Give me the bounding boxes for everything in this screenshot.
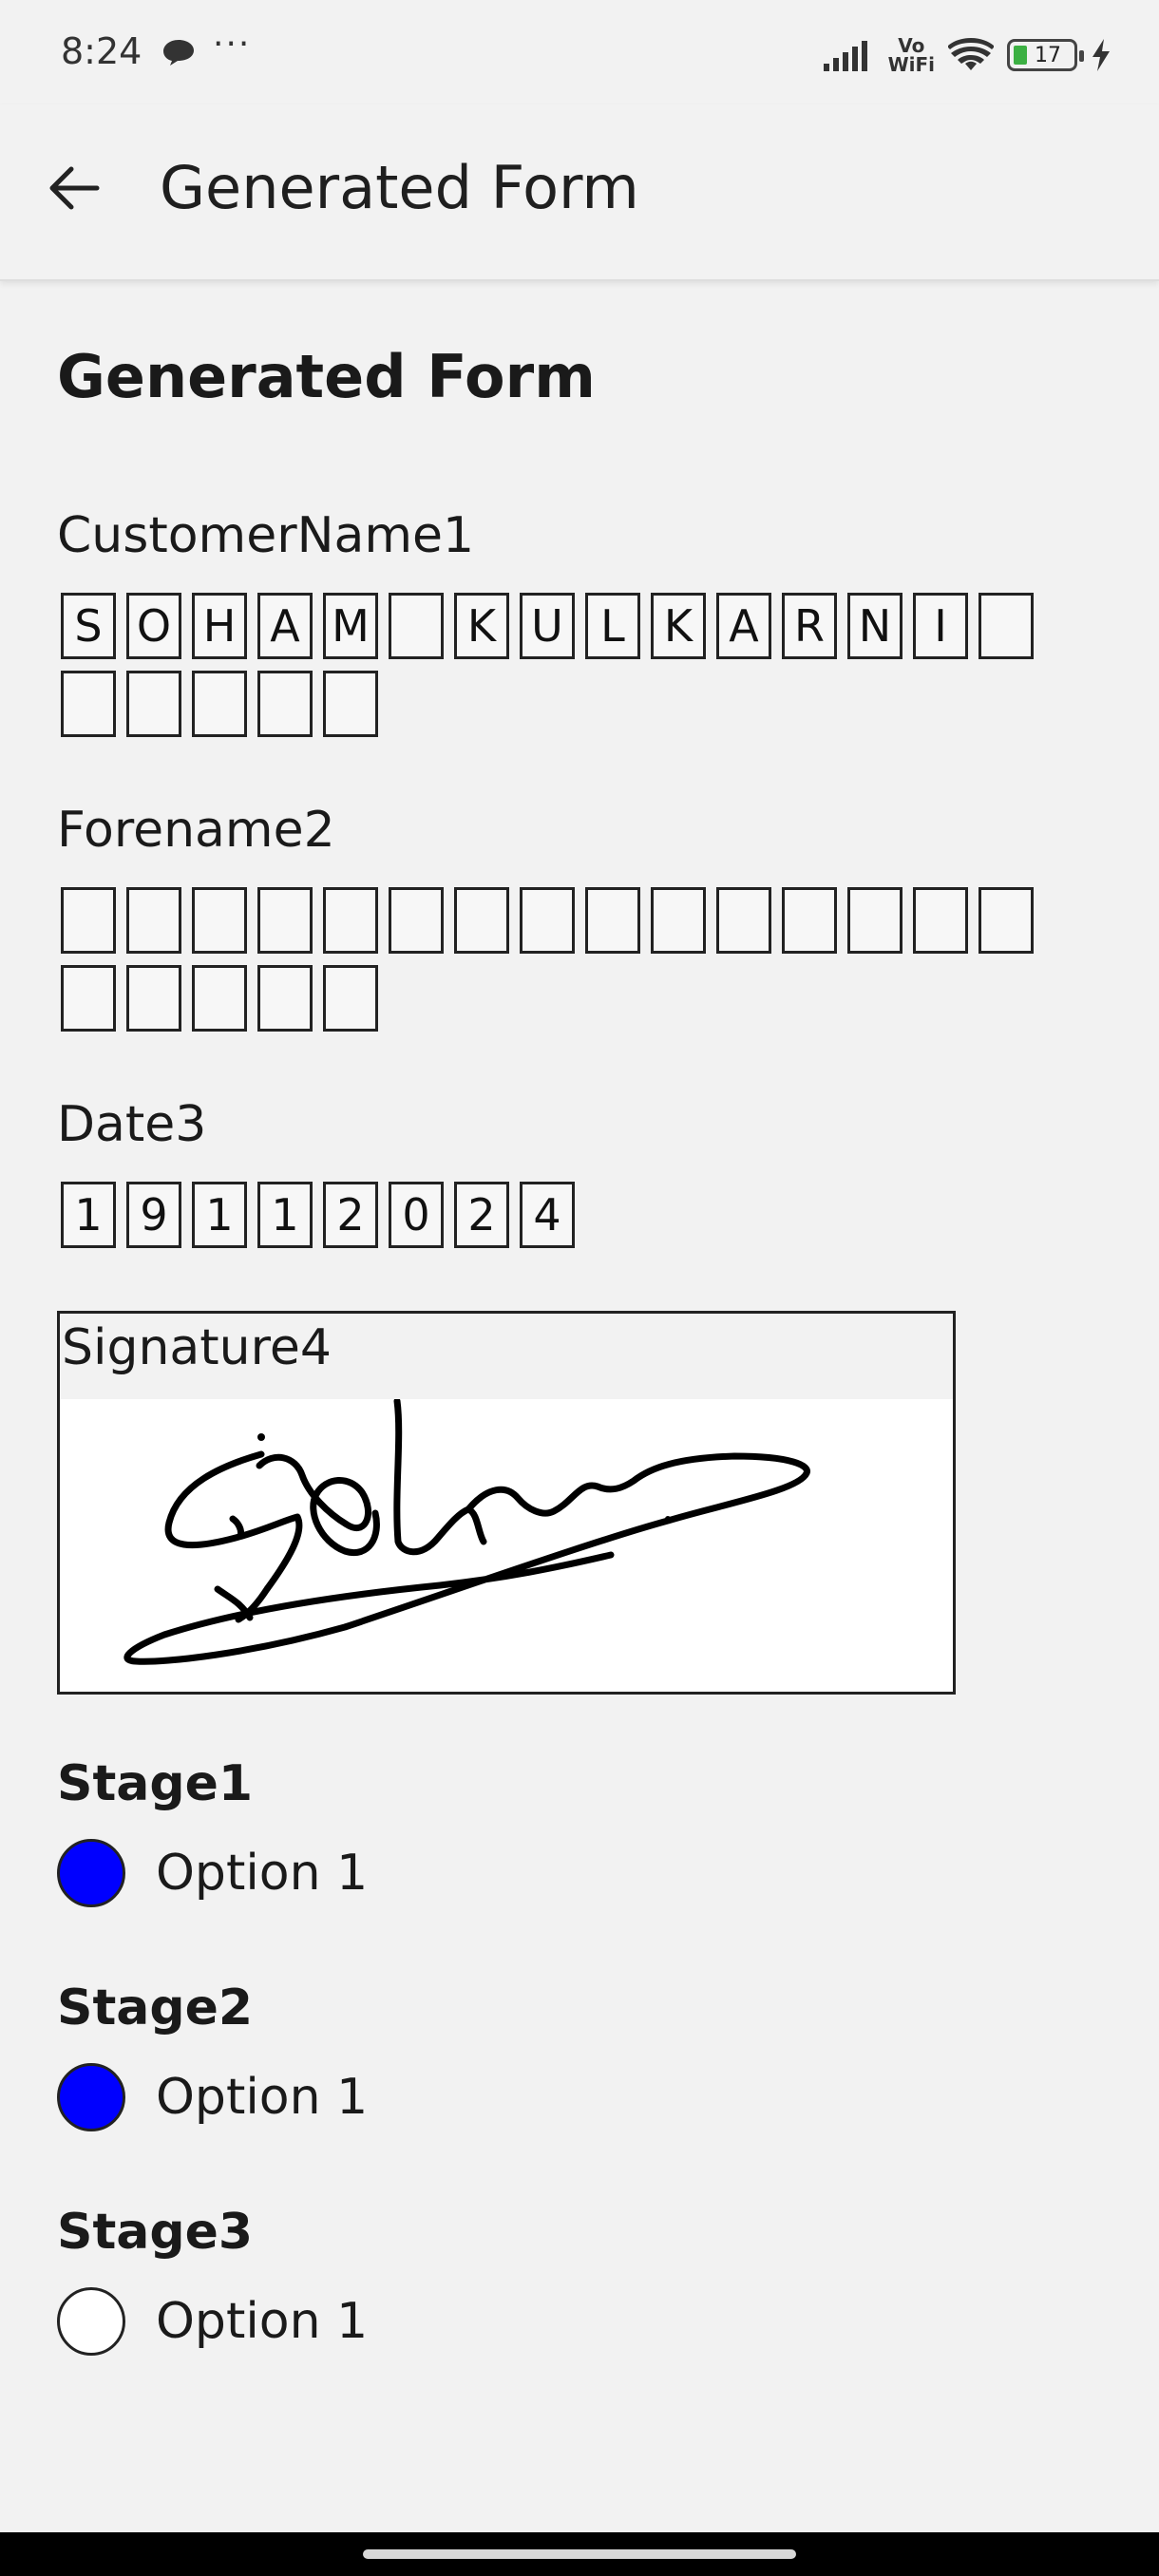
battery-icon: 17: [1007, 39, 1084, 71]
char-box[interactable]: [126, 965, 181, 1032]
char-box[interactable]: N: [847, 593, 902, 659]
char-box[interactable]: S: [61, 593, 116, 659]
charging-icon: [1092, 39, 1110, 71]
char-box[interactable]: R: [782, 593, 837, 659]
char-box[interactable]: L: [585, 593, 640, 659]
char-box[interactable]: [61, 887, 116, 954]
signature-field: Signature4: [57, 1311, 956, 1695]
chat-bubble-icon: [163, 40, 194, 66]
stage2-option-label: Option 1: [156, 2069, 369, 2126]
stage3-option[interactable]: Option 1: [57, 2287, 368, 2356]
char-box[interactable]: [61, 671, 116, 737]
char-box[interactable]: [389, 593, 444, 659]
date-input[interactable]: 19112024: [61, 1182, 1049, 1248]
char-box[interactable]: [323, 887, 378, 954]
char-box[interactable]: [61, 965, 116, 1032]
char-box[interactable]: [585, 887, 640, 954]
char-box[interactable]: K: [454, 593, 509, 659]
char-box[interactable]: [257, 965, 313, 1032]
char-box[interactable]: [192, 887, 247, 954]
char-box[interactable]: [520, 887, 575, 954]
char-box[interactable]: A: [716, 593, 771, 659]
char-box[interactable]: [782, 887, 837, 954]
char-box[interactable]: [847, 887, 902, 954]
stage2-radio-button[interactable]: [57, 2063, 125, 2131]
customer-name-label: CustomerName1: [57, 507, 475, 564]
arrow-left-icon: [49, 166, 100, 210]
char-box[interactable]: H: [192, 593, 247, 659]
forename-input[interactable]: [61, 887, 1049, 1032]
signature-drawing: [124, 1397, 810, 1665]
date-label: Date3: [57, 1096, 207, 1153]
back-button[interactable]: [38, 152, 110, 224]
battery-level: 17: [1035, 43, 1061, 67]
char-box[interactable]: [323, 965, 378, 1032]
stage1-title: Stage1: [57, 1755, 254, 1812]
char-box[interactable]: 1: [192, 1182, 247, 1248]
status-time: 8:24: [61, 30, 142, 72]
char-box[interactable]: [913, 887, 968, 954]
signature-pad[interactable]: [60, 1397, 953, 1692]
char-box[interactable]: [454, 887, 509, 954]
char-box[interactable]: 1: [257, 1182, 313, 1248]
app-bar: Generated Form: [0, 104, 1159, 281]
status-bar: 8:24 ··· Vo WiFi 17: [0, 0, 1159, 104]
stage1-option[interactable]: Option 1: [57, 1839, 368, 1907]
char-box[interactable]: 1: [61, 1182, 116, 1248]
signature-label: Signature4: [62, 1319, 332, 1376]
char-box[interactable]: [257, 887, 313, 954]
forename-label: Forename2: [57, 802, 335, 859]
char-box[interactable]: 0: [389, 1182, 444, 1248]
signal-icon: [823, 41, 867, 71]
char-box[interactable]: [651, 887, 706, 954]
char-box[interactable]: 9: [126, 1182, 181, 1248]
char-box[interactable]: [257, 671, 313, 737]
char-box[interactable]: [978, 593, 1034, 659]
char-box[interactable]: [126, 887, 181, 954]
char-box[interactable]: M: [323, 593, 378, 659]
char-box[interactable]: 2: [323, 1182, 378, 1248]
stage3-radio-button[interactable]: [57, 2287, 125, 2356]
char-box[interactable]: [192, 965, 247, 1032]
stage2-option[interactable]: Option 1: [57, 2063, 368, 2131]
char-box[interactable]: K: [651, 593, 706, 659]
home-indicator[interactable]: [363, 2549, 796, 2559]
stage2-title: Stage2: [57, 1979, 254, 2036]
char-box[interactable]: [978, 887, 1034, 954]
stage1-radio-button[interactable]: [57, 1839, 125, 1907]
char-box[interactable]: O: [126, 593, 181, 659]
char-box[interactable]: [323, 671, 378, 737]
char-box[interactable]: [126, 671, 181, 737]
char-box[interactable]: [389, 887, 444, 954]
app-bar-title: Generated Form: [160, 153, 639, 222]
vowifi-icon: Vo WiFi: [887, 34, 935, 76]
char-box[interactable]: U: [520, 593, 575, 659]
stage1-option-label: Option 1: [156, 1845, 369, 1902]
char-box[interactable]: 2: [454, 1182, 509, 1248]
wifi-icon: [948, 38, 994, 70]
system-nav-bar: [0, 2532, 1159, 2576]
char-box[interactable]: 4: [520, 1182, 575, 1248]
stage3-title: Stage3: [57, 2204, 254, 2261]
stage3-option-label: Option 1: [156, 2293, 369, 2350]
more-icon: ···: [213, 25, 252, 64]
customer-name-input[interactable]: SOHAMKULKARNI: [61, 593, 1049, 737]
char-box[interactable]: I: [913, 593, 968, 659]
char-box[interactable]: A: [257, 593, 313, 659]
char-box[interactable]: [192, 671, 247, 737]
form-title: Generated Form: [57, 342, 596, 411]
char-box[interactable]: [716, 887, 771, 954]
status-right-icons: Vo WiFi 17: [823, 34, 1112, 76]
